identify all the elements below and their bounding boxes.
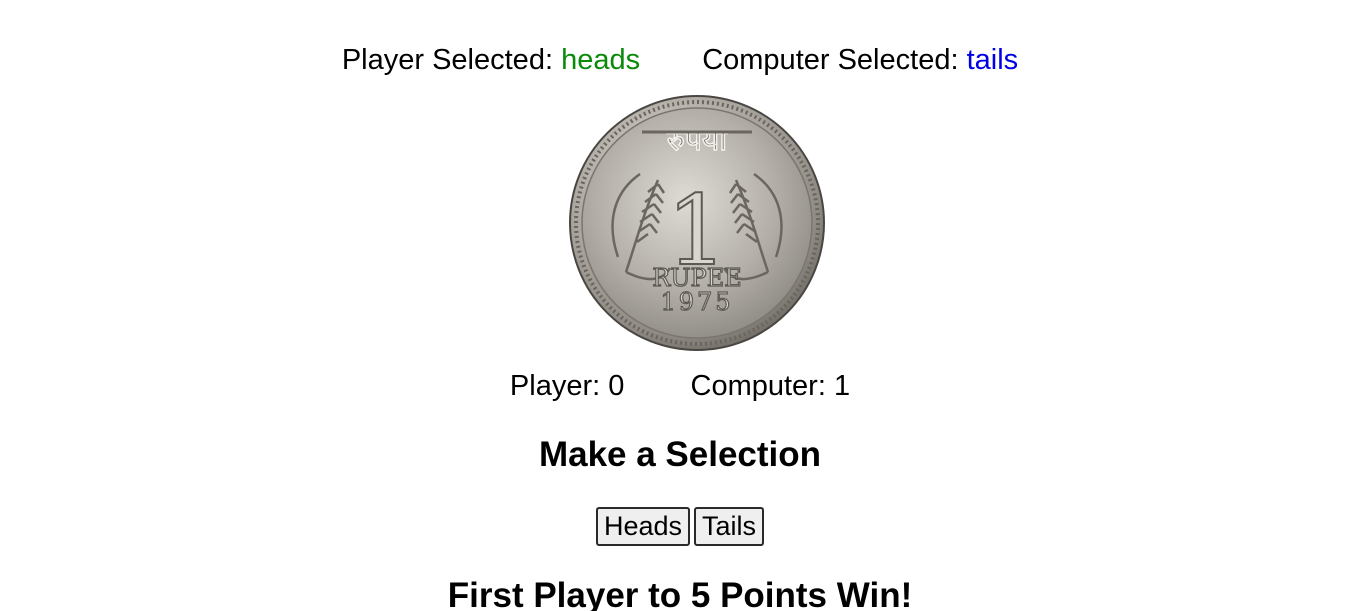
heads-button[interactable]: Heads — [595, 507, 691, 546]
selection-status: Player Selected: heads Computer Selected… — [0, 42, 1360, 78]
player-score-value: 0 — [608, 370, 625, 402]
win-condition-text: First Player to 5 Points Win! — [447, 576, 913, 611]
choice-buttons: Heads Tails — [0, 507, 1360, 546]
coin-toss-game: Player Selected: heads Computer Selected… — [0, 0, 1360, 611]
player-selected-label: Player Selected: — [341, 44, 553, 76]
make-selection-heading: Make a Selection — [538, 435, 822, 474]
coin-year: 1975 — [660, 288, 733, 316]
rupee-coin-icon: रुपया 1 RUPEE 1975 — [569, 95, 825, 351]
player-score-label: Player: — [509, 370, 601, 402]
computer-score-value: 1 — [833, 370, 851, 402]
scoreboard: Player: 0 Computer: 1 — [0, 368, 1360, 404]
coin-image: रुपया 1 RUPEE 1975 — [566, 92, 828, 354]
computer-selected-label: Computer Selected: — [702, 44, 959, 76]
player-selected-value: heads — [561, 44, 641, 76]
computer-selected-value: tails — [966, 44, 1019, 76]
computer-score-label: Computer: — [690, 370, 826, 402]
coin-script-text: रुपया — [666, 123, 728, 158]
tails-button[interactable]: Tails — [694, 507, 765, 546]
